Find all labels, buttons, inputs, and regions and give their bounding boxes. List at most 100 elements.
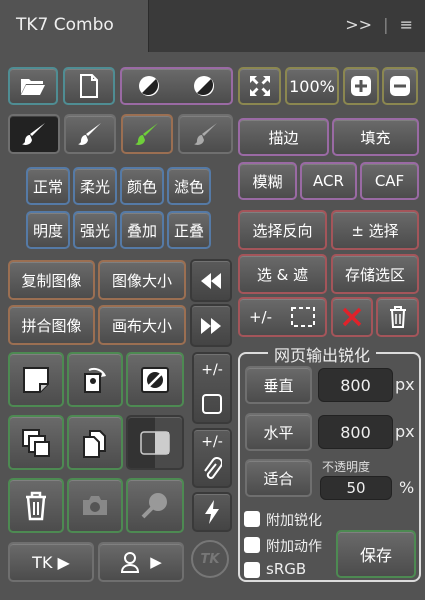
web-sharpen-title: 网页输出锐化 [268, 342, 377, 366]
save-selection-button[interactable]: 存储选区 [331, 254, 419, 294]
extra-sharpen-label: 附加锐化 [266, 513, 322, 529]
brush-white-button[interactable] [64, 114, 116, 154]
srgb-checkbox[interactable] [244, 562, 260, 578]
new-layer-button[interactable] [8, 352, 64, 407]
split-layer-icon [140, 430, 170, 455]
fill-button[interactable]: 填充 [332, 118, 419, 156]
blend-overlay-button[interactable]: 叠加 [120, 211, 164, 249]
select-and-mask-button[interactable]: 选 & 遮 [238, 254, 327, 294]
vertical-unit: px [395, 375, 415, 394]
fit-button[interactable]: 适合 [245, 459, 312, 497]
plus-minus-label: +/- [201, 433, 223, 450]
plus-minus-box-button[interactable]: +/- [192, 352, 232, 424]
acr-button[interactable]: ACR [300, 162, 357, 200]
fast-forward-icon [201, 317, 221, 334]
blend-softlight-button[interactable]: 柔光 [73, 167, 117, 205]
extra-action-checkbox[interactable] [244, 537, 260, 553]
layer-icon [23, 366, 49, 393]
vertical-value-field[interactable]: 800 [318, 368, 393, 402]
collapse-icon[interactable]: >> [345, 15, 372, 34]
blend-screen-button[interactable]: 滤色 [167, 167, 211, 205]
vertical-button[interactable]: 垂直 [245, 366, 312, 404]
fit-screen-button[interactable] [238, 67, 281, 105]
rotate-layer-button[interactable] [67, 352, 123, 407]
document-icon [80, 74, 98, 98]
magnify-tool-button[interactable] [126, 478, 184, 533]
extra-sharpen-checkbox[interactable] [244, 511, 260, 527]
trash-icon [26, 491, 46, 520]
open-button[interactable] [8, 67, 58, 105]
action-button[interactable] [192, 492, 232, 532]
save-button[interactable]: 保存 [336, 530, 416, 578]
user-menu-button[interactable]: ▶ [98, 542, 184, 582]
stroke-button[interactable]: 描边 [238, 118, 329, 156]
previous-button[interactable] [190, 259, 232, 302]
blend-luminosity-button[interactable]: 明度 [26, 211, 70, 249]
half-circle-icon [139, 76, 160, 96]
brush-icon [22, 123, 45, 145]
camera-snapshot-button[interactable] [67, 478, 123, 533]
plus-minus-select-button[interactable]: ± 选择 [331, 210, 419, 250]
camera-icon [83, 495, 107, 515]
delete-selection-button[interactable] [376, 297, 419, 337]
minus-icon [390, 76, 410, 96]
zoom-out-button[interactable] [382, 67, 418, 105]
blend-color-button[interactable]: 颜色 [120, 167, 164, 205]
tk-menu-button[interactable]: TK ▶ [8, 542, 94, 582]
copy-layer-button[interactable] [67, 415, 123, 470]
stacked-layers-icon [22, 428, 50, 457]
delete-layer-button[interactable] [8, 478, 64, 533]
divider: | [383, 15, 389, 34]
opacity-field[interactable]: 50 [320, 476, 392, 500]
trash-icon [389, 306, 406, 328]
red-x-icon [342, 307, 362, 327]
tk-logo: TK [191, 540, 229, 578]
duplicate-image-button[interactable]: 复制图像 [8, 260, 95, 300]
canvas-size-button[interactable]: 画布大小 [98, 305, 186, 345]
merge-layers-button[interactable] [8, 415, 64, 470]
user-arrow: ▶ [150, 553, 162, 571]
blend-hardlight-button[interactable]: 强光 [73, 211, 117, 249]
square-icon [202, 393, 222, 414]
no-visibility-icon [141, 366, 169, 393]
split-view-button[interactable] [126, 415, 184, 470]
hide-layer-button[interactable] [126, 352, 184, 407]
menu-icon[interactable]: ≡ [400, 15, 413, 34]
plus-icon [351, 76, 371, 96]
rotate-image-icon [84, 367, 106, 393]
plus-minus-clip-button[interactable]: +/- [192, 428, 232, 488]
expand-icon [249, 76, 270, 96]
marquee-icon [291, 307, 315, 327]
blur-button[interactable]: 模糊 [238, 162, 297, 200]
dodge-burn-button[interactable] [120, 67, 233, 105]
blend-multiply-button[interactable]: 正叠 [167, 211, 211, 249]
paperclip-icon [204, 456, 222, 479]
opacity-label: 不透明度 [322, 460, 371, 474]
zoom-in-button[interactable] [343, 67, 379, 105]
horizontal-button[interactable]: 水平 [245, 413, 312, 451]
invert-selection-button[interactable]: 选择反向 [238, 210, 327, 250]
plus-minus-marquee-button[interactable]: +/- [238, 297, 327, 337]
deselect-button[interactable] [331, 297, 373, 337]
extra-action-label: 附加动作 [266, 539, 322, 555]
flatten-image-button[interactable]: 拼合图像 [8, 305, 95, 345]
brush-gray-button[interactable] [178, 114, 233, 154]
magnifier-icon [141, 492, 167, 518]
horizontal-unit: px [395, 422, 415, 441]
srgb-label: sRGB [266, 560, 307, 578]
brush-black-button[interactable] [8, 114, 60, 154]
opacity-percent: % [399, 478, 415, 497]
brush-icon [193, 123, 217, 145]
blend-normal-button[interactable]: 正常 [26, 167, 70, 205]
next-button[interactable] [190, 304, 232, 347]
brush-icon [135, 123, 158, 145]
image-size-button[interactable]: 图像大小 [98, 260, 186, 300]
horizontal-value-field[interactable]: 800 [318, 415, 393, 449]
rewind-icon [201, 272, 221, 289]
new-document-button[interactable] [63, 67, 115, 105]
caf-button[interactable]: CAF [360, 162, 419, 200]
zoom-100-button[interactable]: 100% [285, 67, 339, 105]
brush-green-button[interactable] [121, 114, 173, 154]
lightning-icon [205, 500, 219, 524]
plus-minus-label: +/- [201, 361, 223, 378]
